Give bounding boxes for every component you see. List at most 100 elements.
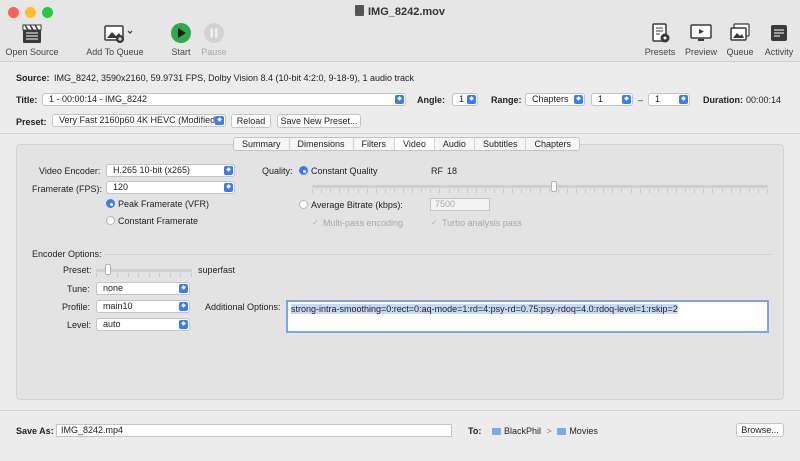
tune-select[interactable]: none ◆ [96,282,190,295]
tab-video[interactable]: Video [395,138,435,150]
slider-tick [412,189,414,193]
slider-tick [685,189,687,193]
add-to-queue-button[interactable]: Add To Queue [82,22,148,57]
profile-select[interactable]: main10 ◆ [96,300,190,313]
save-new-preset-button[interactable]: Save New Preset... [277,114,361,128]
slider-tick [694,189,696,193]
multipass-checkbox[interactable]: ✓ [311,218,320,227]
handbrake-window: IMG_8242.mov Open Source Add To Queue St… [0,0,800,461]
title-label: Title: [16,95,38,105]
slider-tick [117,273,119,277]
slider-tick [575,189,577,193]
preview-button[interactable]: Preview [682,22,720,57]
multipass-label: Multi-pass encoding [323,218,404,228]
activity-label: Activity [764,47,794,57]
slider-tick [639,189,641,193]
slider-tick [366,189,368,193]
chevron-updown-icon: ◆ [224,183,233,192]
framerate-value: 120 [113,182,129,192]
range-from-select[interactable]: 1 ◆ [591,93,633,106]
source-info: IMG_8242, 3590x2160, 59.9731 FPS, Dolby … [54,73,415,83]
slider-tick [594,189,596,193]
encoder-preset-label: Preset: [63,265,92,275]
slider-tick [191,273,192,277]
activity-window-icon [771,25,787,41]
range-from-value: 1 [598,94,604,104]
peak-framerate-label: Peak Framerate (VFR) [118,199,210,209]
reload-button[interactable]: Reload [231,114,271,128]
browse-button[interactable]: Browse... [736,423,784,437]
photo-stack-icon [730,23,750,41]
preview-label: Preview [684,47,717,57]
turbo-label: Turbo analysis pass [442,218,522,228]
range-to-select[interactable]: 1 ◆ [648,93,690,106]
window-title: IMG_8242.mov [0,5,800,18]
tab-filters[interactable]: Filters [354,138,396,150]
constant-quality-label: Constant Quality [311,166,378,176]
source-label: Source: [16,73,50,83]
slider-tick [585,189,586,193]
angle-select-value: 1 [459,94,465,104]
tab-chapters[interactable]: Chapters [526,138,579,150]
title-select-value: 1 - 00:00:14 - IMG_8242 [49,94,148,104]
save-as-label: Save As: [16,426,54,436]
slider-tick [357,189,359,193]
open-source-button[interactable]: Open Source [4,22,60,57]
encoder-options-divider [104,254,772,255]
level-select[interactable]: auto ◆ [96,318,190,331]
save-as-field[interactable]: IMG_8242.mp4 [56,424,452,437]
constant-framerate-radio[interactable] [106,216,115,225]
slider-tick [375,189,377,193]
slider-tick [448,189,450,193]
slider-tick [603,189,605,193]
chevron-updown-icon: ◆ [574,95,583,104]
average-bitrate-radio[interactable] [299,200,308,209]
rf-value: 18 [447,166,458,176]
slider-tick [548,189,550,193]
slider-tick [430,189,432,193]
slider-tick [148,273,150,277]
slider-tick [384,189,386,193]
encoder-preset-slider-knob[interactable] [104,264,111,275]
turbo-checkbox[interactable]: ✓ [430,218,439,227]
peak-framerate-radio[interactable] [106,199,115,208]
slider-tick [676,189,677,193]
additional-options-field[interactable]: strong-intra-smoothing=0:rect=0:aq-mode=… [286,300,769,333]
divider [0,133,800,134]
activity-button[interactable]: Activity [761,22,797,57]
queue-button[interactable]: Queue [722,22,758,57]
angle-select[interactable]: 1 ◆ [452,93,478,106]
tab-subtitles[interactable]: Subtitles [475,138,527,150]
tab-summary[interactable]: Summary [234,138,290,150]
video-encoder-select[interactable]: H.265 10-bit (x265) ◆ [106,164,235,177]
title-select[interactable]: 1 - 00:00:14 - IMG_8242 ◆ [42,93,406,106]
document-icon [354,5,364,16]
monitor-icon [690,24,712,41]
chevron-updown-icon: ◆ [224,166,233,175]
presets-button[interactable]: Presets [641,22,679,57]
additional-options-label: Additional Options: [205,302,281,312]
slider-tick [180,273,182,277]
path-user: BlackPhil [504,426,542,436]
destination-path[interactable]: BlackPhil > Movies [492,426,598,436]
range-type-select[interactable]: Chapters ◆ [525,93,585,106]
constant-quality-radio[interactable] [299,166,308,175]
pause-label: Pause [201,47,227,57]
pause-icon [204,23,224,43]
framerate-label: Framerate (FPS): [32,184,103,194]
slider-tick [721,189,723,193]
bitrate-field[interactable]: 7500 [430,198,490,211]
quality-slider-track[interactable] [312,185,768,188]
tab-audio[interactable]: Audio [435,138,475,150]
preset-select[interactable]: Very Fast 2160p60 4K HEVC (Modified) ◆ [52,114,226,127]
quality-slider-knob[interactable] [550,181,557,192]
slider-tick [466,189,468,193]
framerate-select[interactable]: 120 ◆ [106,181,235,194]
slider-tick [484,189,486,193]
tune-label: Tune: [67,284,90,294]
tab-dimensions[interactable]: Dimensions [290,138,354,150]
add-photo-icon [104,25,133,43]
preset-select-value: Very Fast 2160p60 4K HEVC (Modified) [59,115,219,125]
pause-button[interactable]: Pause [199,22,229,57]
start-button[interactable]: Start [166,22,196,57]
